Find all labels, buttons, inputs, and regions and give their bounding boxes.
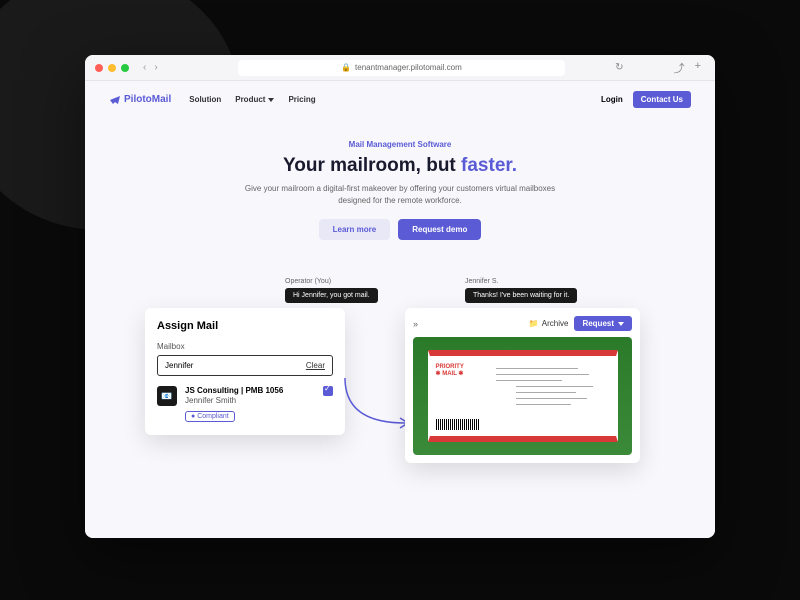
url-text: tenantmanager.pilotomail.com bbox=[355, 63, 462, 72]
close-window-icon[interactable] bbox=[95, 64, 103, 72]
assign-title: Assign Mail bbox=[157, 320, 333, 332]
new-tab-icon[interactable]: + bbox=[695, 60, 701, 76]
barcode-icon bbox=[436, 419, 480, 430]
archive-button[interactable]: 📁 Archive bbox=[529, 319, 569, 328]
login-link[interactable]: Login bbox=[601, 95, 623, 104]
maximize-window-icon[interactable] bbox=[121, 64, 129, 72]
compliant-badge: ● Compliant bbox=[185, 411, 235, 422]
demo-area: Operator (You) Hi Jennifer, you got mail… bbox=[85, 258, 715, 508]
browser-nav: ‹ › bbox=[143, 62, 158, 73]
hero: Mail Management Software Your mailroom, … bbox=[85, 118, 715, 258]
paper-plane-icon bbox=[109, 95, 121, 105]
brand-logo[interactable]: PilotoMail bbox=[109, 94, 171, 105]
forward-icon[interactable]: › bbox=[154, 62, 157, 73]
mail-preview-card: » 📁 Archive Request PRIORITY✱ MAIL ✱ bbox=[405, 308, 640, 463]
result-name: Jennifer Smith bbox=[185, 396, 315, 405]
contact-button[interactable]: Contact Us bbox=[633, 91, 691, 108]
jennifer-tooltip: Jennifer S. Thanks! I've been waiting fo… bbox=[465, 278, 577, 303]
chevron-down-icon bbox=[618, 322, 624, 326]
browser-chrome: ‹ › 🔒 tenantmanager.pilotomail.com ↻ ⤴ + bbox=[85, 55, 715, 81]
hero-subtitle: Give your mailroom a digital-first makeo… bbox=[230, 183, 570, 207]
brand-name: PilotoMail bbox=[124, 94, 171, 105]
learn-more-button[interactable]: Learn more bbox=[319, 219, 391, 240]
mailbox-label: Mailbox bbox=[157, 342, 333, 351]
request-button[interactable]: Request bbox=[574, 316, 632, 331]
mailbox-icon: 📧 bbox=[157, 386, 177, 406]
jennifer-message: Thanks! I've been waiting for it. bbox=[465, 288, 577, 303]
check-icon[interactable] bbox=[323, 386, 333, 396]
browser-window: ‹ › 🔒 tenantmanager.pilotomail.com ↻ ⤴ +… bbox=[85, 55, 715, 538]
jennifer-label: Jennifer S. bbox=[465, 278, 577, 285]
search-result[interactable]: 📧 JS Consulting | PMB 1056 Jennifer Smit… bbox=[157, 386, 333, 423]
preview-header: » 📁 Archive Request bbox=[413, 316, 632, 331]
hero-ctas: Learn more Request demo bbox=[125, 219, 675, 240]
operator-message: Hi Jennifer, you got mail. bbox=[285, 288, 378, 303]
operator-tooltip: Operator (You) Hi Jennifer, you got mail… bbox=[285, 278, 378, 303]
nav-pricing[interactable]: Pricing bbox=[288, 95, 315, 104]
mail-photo[interactable]: PRIORITY✱ MAIL ✱ bbox=[413, 337, 632, 455]
traffic-lights bbox=[95, 64, 129, 72]
page-content: PilotoMail Solution Product Pricing Logi… bbox=[85, 81, 715, 538]
minimize-window-icon[interactable] bbox=[108, 64, 116, 72]
address-lines bbox=[496, 368, 606, 410]
nav-links: Solution Product Pricing bbox=[189, 95, 315, 104]
mailbox-input[interactable]: Jennifer Clear bbox=[157, 355, 333, 376]
result-company: JS Consulting | PMB 1056 bbox=[185, 386, 315, 395]
share-icon[interactable]: ⤴ bbox=[674, 60, 685, 76]
nav-product[interactable]: Product bbox=[235, 95, 274, 104]
folder-icon: 📁 bbox=[529, 319, 539, 328]
back-icon[interactable]: ‹ bbox=[143, 62, 146, 73]
navbar: PilotoMail Solution Product Pricing Logi… bbox=[85, 81, 715, 118]
url-bar[interactable]: 🔒 tenantmanager.pilotomail.com bbox=[238, 60, 565, 76]
reload-icon[interactable]: ↻ bbox=[615, 62, 623, 73]
assign-mail-card: Assign Mail Mailbox Jennifer Clear 📧 JS … bbox=[145, 308, 345, 435]
flow-arrow-icon bbox=[340, 373, 415, 433]
hero-eyebrow: Mail Management Software bbox=[125, 140, 675, 149]
clear-link[interactable]: Clear bbox=[306, 361, 325, 370]
chevron-down-icon bbox=[268, 98, 274, 102]
nav-solution[interactable]: Solution bbox=[189, 95, 221, 104]
expand-icon[interactable]: » bbox=[413, 319, 418, 329]
operator-label: Operator (You) bbox=[285, 278, 378, 285]
priority-mail-label: PRIORITY✱ MAIL ✱ bbox=[436, 364, 464, 377]
hero-title: Your mailroom, but faster. bbox=[125, 155, 675, 177]
lock-icon: 🔒 bbox=[341, 63, 351, 72]
envelope: PRIORITY✱ MAIL ✱ bbox=[428, 350, 618, 442]
input-value: Jennifer bbox=[165, 361, 193, 370]
request-demo-button[interactable]: Request demo bbox=[398, 219, 481, 240]
